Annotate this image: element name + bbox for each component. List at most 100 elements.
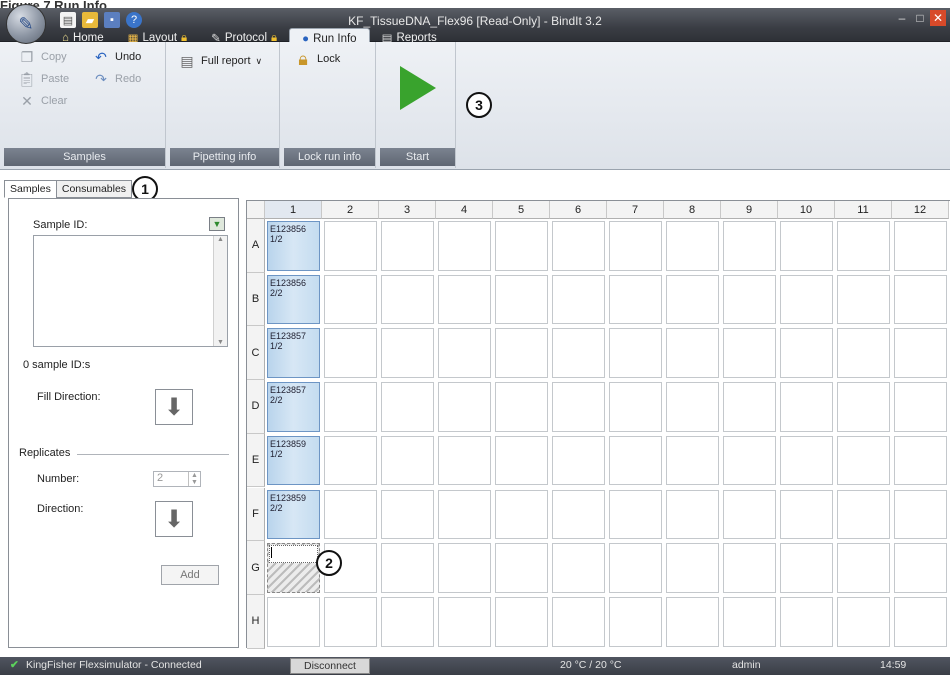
row-header[interactable]: C xyxy=(247,326,265,381)
lock-button[interactable]: 🔒︎ Lock xyxy=(294,49,340,69)
tab-samples[interactable]: Samples xyxy=(4,180,57,198)
maximize-icon[interactable]: □ xyxy=(912,10,928,26)
plate-well[interactable] xyxy=(894,489,947,540)
plate-well[interactable] xyxy=(837,543,890,593)
plate-well[interactable] xyxy=(495,596,548,647)
plate-well[interactable] xyxy=(837,221,890,271)
plate-well-filled[interactable]: E123857 2/2 xyxy=(267,382,320,432)
plate-well[interactable] xyxy=(894,274,947,325)
plate-well[interactable] xyxy=(438,489,491,540)
plate-well[interactable] xyxy=(324,435,377,486)
column-header[interactable]: 2 xyxy=(322,201,379,219)
plate-well[interactable] xyxy=(609,435,662,486)
plate-well[interactable] xyxy=(438,382,491,432)
plate-well[interactable] xyxy=(723,382,776,432)
plate-well[interactable] xyxy=(780,543,833,593)
plate-well[interactable] xyxy=(324,382,377,432)
plate-well[interactable] xyxy=(381,221,434,271)
plate-well[interactable] xyxy=(552,382,605,432)
row-header[interactable]: B xyxy=(247,272,265,327)
paste-button[interactable]: 📋︎ Paste xyxy=(18,70,69,88)
plate-well-filled[interactable]: E123857 1/2 xyxy=(267,328,320,379)
plate-well[interactable] xyxy=(894,382,947,432)
stepper-arrows-icon[interactable]: ▲ ▼ xyxy=(188,472,200,486)
column-header[interactable]: 11 xyxy=(835,201,892,219)
plate-well[interactable] xyxy=(609,596,662,647)
minimize-icon[interactable]: – xyxy=(894,10,910,26)
plate-well[interactable] xyxy=(780,328,833,379)
plate-well[interactable] xyxy=(666,382,719,432)
plate-well[interactable] xyxy=(723,435,776,486)
plate-well[interactable] xyxy=(381,274,434,325)
plate-well[interactable] xyxy=(666,221,719,271)
plate-well[interactable] xyxy=(552,221,605,271)
plate-well[interactable] xyxy=(609,328,662,379)
plate-well[interactable] xyxy=(495,274,548,325)
replicate-number-stepper[interactable]: 2 ▲ ▼ xyxy=(153,471,201,487)
column-header[interactable]: 5 xyxy=(493,201,550,219)
plate-well[interactable] xyxy=(438,435,491,486)
full-report-dropdown[interactable]: ▤ Full report ∨ xyxy=(178,52,262,70)
plate-well[interactable] xyxy=(780,596,833,647)
plate-well[interactable] xyxy=(381,435,434,486)
plate-well[interactable] xyxy=(552,435,605,486)
plate-well[interactable] xyxy=(609,274,662,325)
plate-well[interactable] xyxy=(723,328,776,379)
column-header[interactable]: 12 xyxy=(892,201,949,219)
column-header[interactable]: 4 xyxy=(436,201,493,219)
plate-well-editing[interactable] xyxy=(267,543,320,593)
tab-consumables[interactable]: Consumables xyxy=(55,180,133,198)
plate-well[interactable] xyxy=(666,489,719,540)
plate-well[interactable] xyxy=(723,489,776,540)
row-header[interactable]: G xyxy=(247,541,265,595)
plate-well[interactable] xyxy=(723,274,776,325)
scrollbar[interactable]: ▲ ▼ xyxy=(213,236,227,346)
clear-button[interactable]: ✕ Clear xyxy=(18,92,67,110)
row-header[interactable]: D xyxy=(247,380,265,434)
plate-well[interactable] xyxy=(609,489,662,540)
plate-well[interactable] xyxy=(495,435,548,486)
plate-well[interactable] xyxy=(324,221,377,271)
column-header[interactable]: 3 xyxy=(379,201,436,219)
plate-well[interactable] xyxy=(837,328,890,379)
plate-well[interactable] xyxy=(837,435,890,486)
plate-well[interactable] xyxy=(552,489,605,540)
plate-well[interactable] xyxy=(381,543,434,593)
import-button[interactable]: ▼ xyxy=(209,217,225,231)
plate-well[interactable] xyxy=(837,596,890,647)
start-button[interactable] xyxy=(386,48,450,138)
row-header[interactable]: A xyxy=(247,219,265,273)
plate-well[interactable] xyxy=(837,274,890,325)
close-icon[interactable]: ✕ xyxy=(930,10,946,26)
column-header[interactable]: 9 xyxy=(721,201,778,219)
plate-well[interactable] xyxy=(324,328,377,379)
plate-well[interactable] xyxy=(552,328,605,379)
copy-button[interactable]: ❐ Copy xyxy=(18,48,67,66)
redo-button[interactable]: ↷ Redo xyxy=(92,70,141,88)
plate-well[interactable] xyxy=(381,489,434,540)
plate-well[interactable] xyxy=(723,543,776,593)
plate-well[interactable] xyxy=(837,382,890,432)
plate-well[interactable] xyxy=(438,221,491,271)
plate-well[interactable] xyxy=(666,596,719,647)
plate-well[interactable] xyxy=(324,274,377,325)
plate-well[interactable] xyxy=(381,382,434,432)
plate-well[interactable] xyxy=(495,328,548,379)
plate-well[interactable] xyxy=(324,596,377,647)
plate-well[interactable] xyxy=(894,435,947,486)
plate-well[interactable] xyxy=(609,221,662,271)
plate-well[interactable] xyxy=(780,435,833,486)
column-header[interactable]: 10 xyxy=(778,201,835,219)
row-header[interactable]: H xyxy=(247,594,265,649)
replicate-direction-button[interactable]: ⬇ xyxy=(155,501,193,537)
plate-well[interactable] xyxy=(666,435,719,486)
column-header[interactable]: 8 xyxy=(664,201,721,219)
plate-well[interactable] xyxy=(324,489,377,540)
plate-well-filled[interactable]: E123859 2/2 xyxy=(267,489,320,540)
column-header[interactable]: 7 xyxy=(607,201,664,219)
plate-well[interactable] xyxy=(267,596,320,647)
plate-well-filled[interactable]: E123859 1/2 xyxy=(267,435,320,486)
plate-well[interactable] xyxy=(666,543,719,593)
plate-well[interactable] xyxy=(780,489,833,540)
plate-well[interactable] xyxy=(438,596,491,647)
